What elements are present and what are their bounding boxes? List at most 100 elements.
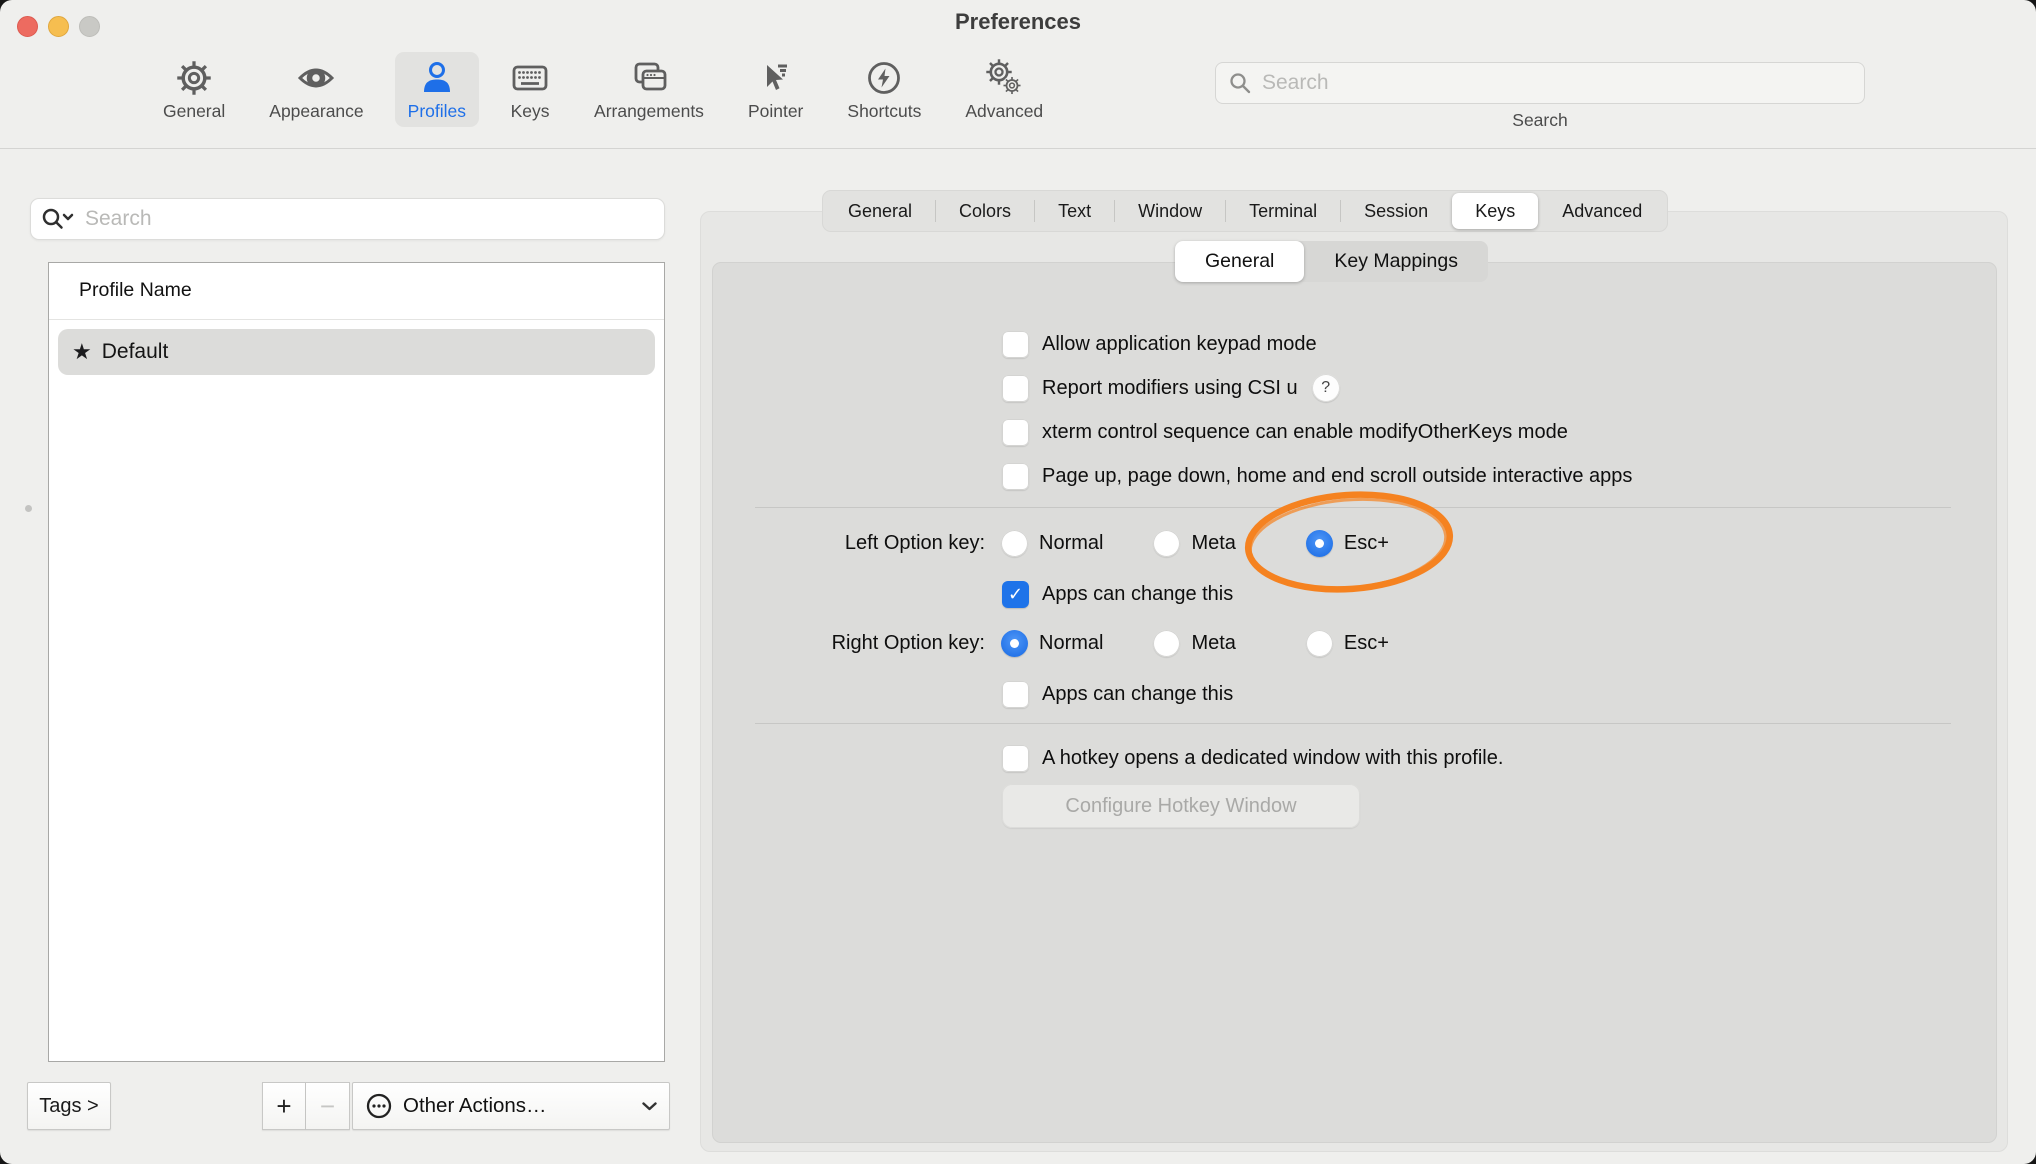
radio-left-meta[interactable]: Meta xyxy=(1153,530,1235,557)
checkbox-label: Page up, page down, home and end scroll … xyxy=(1042,465,1632,488)
toolbar-item-label: Arrangements xyxy=(594,101,704,122)
profile-row-default[interactable]: ★ Default xyxy=(58,329,655,375)
radio-circle[interactable] xyxy=(1001,530,1028,557)
section-divider xyxy=(755,507,1951,508)
person-icon xyxy=(417,58,457,98)
radio-right-normal[interactable]: Normal xyxy=(1001,630,1103,657)
checkbox-hotkey-window[interactable] xyxy=(1002,745,1029,772)
help-button[interactable]: ? xyxy=(1312,374,1340,402)
profile-list-header-divider xyxy=(49,319,664,320)
search-icon xyxy=(1228,71,1252,95)
toolbar-divider xyxy=(0,148,2036,149)
radio-circle-selected[interactable] xyxy=(1001,630,1028,657)
checkbox-left-apps-can-change[interactable]: ✓ xyxy=(1002,581,1029,608)
toolbar-search-caption: Search xyxy=(1215,110,1865,131)
subtab-key-mappings[interactable]: Key Mappings xyxy=(1304,241,1488,282)
toolbar-item-label: Keys xyxy=(511,101,550,122)
toolbar-item-label: Advanced xyxy=(965,101,1043,122)
checkbox-scroll-outside[interactable] xyxy=(1002,463,1029,490)
checkbox-label: Apps can change this xyxy=(1042,683,1233,706)
windows-icon xyxy=(629,58,669,98)
profile-name: Default xyxy=(102,340,169,364)
star-icon: ★ xyxy=(72,341,92,363)
toolbar-item-label: Appearance xyxy=(269,101,363,122)
bolt-icon xyxy=(864,58,904,98)
toolbar-search-field[interactable] xyxy=(1215,62,1865,104)
profile-search-input[interactable] xyxy=(83,206,654,232)
eye-icon xyxy=(296,58,336,98)
toolbar-search-input[interactable] xyxy=(1260,70,1852,96)
radio-circle[interactable] xyxy=(1306,630,1333,657)
chevron-down-icon xyxy=(642,1102,657,1111)
checkbox-label: Allow application keypad mode xyxy=(1042,333,1317,356)
radio-label: Normal xyxy=(1039,632,1103,655)
checkbox-row-scroll-outside: Page up, page down, home and end scroll … xyxy=(1002,461,1632,491)
toolbar-item-shortcuts[interactable]: Shortcuts xyxy=(834,52,934,127)
radio-circle[interactable] xyxy=(1153,630,1180,657)
titlebar: Preferences xyxy=(0,0,2036,46)
toolbar-item-pointer[interactable]: Pointer xyxy=(735,52,816,127)
right-option-key-label: Right Option key: xyxy=(712,632,985,655)
right-apps-can-change-row: Apps can change this xyxy=(1002,679,1233,709)
tab-window[interactable]: Window xyxy=(1115,193,1225,229)
subtab-general[interactable]: General xyxy=(1175,241,1304,282)
toolbar-item-profiles[interactable]: Profiles xyxy=(395,52,479,127)
checkbox-right-apps-can-change[interactable] xyxy=(1002,681,1029,708)
checkbox-label: xterm control sequence can enable modify… xyxy=(1042,421,1568,444)
toolbar-item-general[interactable]: General xyxy=(150,52,238,127)
tab-keys[interactable]: Keys xyxy=(1452,193,1538,229)
tags-button[interactable]: Tags > xyxy=(27,1082,111,1130)
radio-left-normal[interactable]: Normal xyxy=(1001,530,1103,557)
toolbar-item-label: General xyxy=(163,101,225,122)
add-profile-button[interactable]: + xyxy=(262,1082,306,1130)
window-title: Preferences xyxy=(0,9,2036,35)
section-divider xyxy=(755,723,1951,724)
preferences-toolbar: General Appearance Profiles Keys xyxy=(150,52,1056,127)
profile-list: Profile Name ★ Default xyxy=(48,262,665,1062)
radio-label: Meta xyxy=(1191,532,1235,555)
checkbox-keypad-mode[interactable] xyxy=(1002,331,1029,358)
radio-label: Meta xyxy=(1191,632,1235,655)
profile-search-field[interactable] xyxy=(30,198,665,240)
checkbox-label: Report modifiers using CSI u xyxy=(1042,377,1298,400)
toolbar-item-label: Pointer xyxy=(748,101,803,122)
profile-list-header: Profile Name xyxy=(79,279,192,302)
radio-right-esc-plus[interactable]: Esc+ xyxy=(1306,630,1389,657)
keys-subtab-bar: General Key Mappings xyxy=(1175,241,1488,282)
search-filter-icon xyxy=(41,206,75,232)
radio-right-meta[interactable]: Meta xyxy=(1153,630,1235,657)
checkbox-row-modify-other-keys: xterm control sequence can enable modify… xyxy=(1002,417,1568,447)
toolbar-item-keys[interactable]: Keys xyxy=(497,52,563,127)
radio-label: Esc+ xyxy=(1344,532,1389,555)
checkbox-modify-other-keys[interactable] xyxy=(1002,419,1029,446)
radio-circle-selected[interactable] xyxy=(1306,530,1333,557)
tab-general[interactable]: General xyxy=(825,193,935,229)
tab-text[interactable]: Text xyxy=(1035,193,1114,229)
toolbar-item-label: Profiles xyxy=(408,101,466,122)
checkbox-row-keypad-mode: Allow application keypad mode xyxy=(1002,329,1317,359)
radio-label: Normal xyxy=(1039,532,1103,555)
ellipsis-circle-icon xyxy=(365,1092,393,1120)
hotkey-row: A hotkey opens a dedicated window with t… xyxy=(1002,743,1503,773)
checkbox-csi-u[interactable] xyxy=(1002,375,1029,402)
toolbar-item-appearance[interactable]: Appearance xyxy=(256,52,376,127)
tab-session[interactable]: Session xyxy=(1341,193,1451,229)
configure-hotkey-window-button: Configure Hotkey Window xyxy=(1002,784,1360,828)
cursor-icon xyxy=(756,58,796,98)
checkbox-label: A hotkey opens a dedicated window with t… xyxy=(1042,747,1503,770)
toolbar-item-advanced[interactable]: Advanced xyxy=(952,52,1056,127)
tab-advanced[interactable]: Advanced xyxy=(1539,193,1665,229)
radio-circle[interactable] xyxy=(1153,530,1180,557)
tab-colors[interactable]: Colors xyxy=(936,193,1034,229)
keyboard-icon xyxy=(510,58,550,98)
other-actions-dropdown[interactable]: Other Actions… xyxy=(352,1082,670,1130)
keys-general-content: Allow application keypad mode Report mod… xyxy=(712,262,1997,1143)
toolbar-item-arrangements[interactable]: Arrangements xyxy=(581,52,717,127)
profile-tab-bar: General Colors Text Window Terminal Sess… xyxy=(822,190,1668,232)
radio-label: Esc+ xyxy=(1344,632,1389,655)
tab-terminal[interactable]: Terminal xyxy=(1226,193,1340,229)
window-edge-dot xyxy=(25,505,32,512)
preferences-window: Preferences General Appearance Profiles xyxy=(0,0,2036,1164)
radio-left-esc-plus[interactable]: Esc+ xyxy=(1306,530,1389,557)
toolbar-item-label: Shortcuts xyxy=(847,101,921,122)
